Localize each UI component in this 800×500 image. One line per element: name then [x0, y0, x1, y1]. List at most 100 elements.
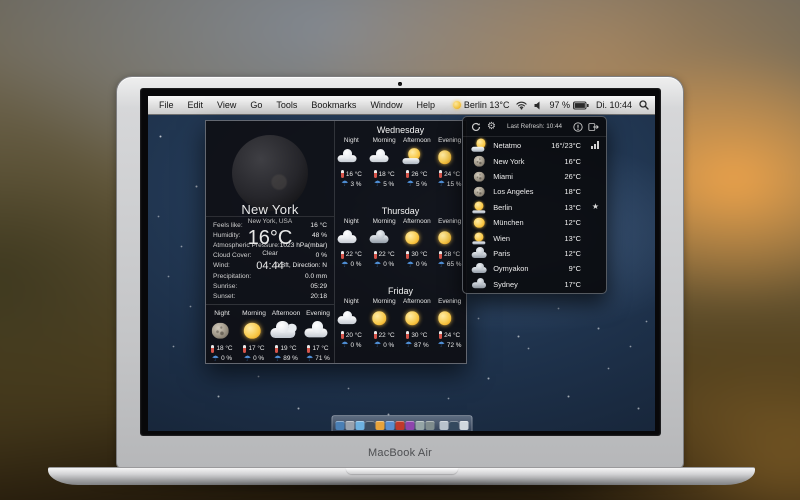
- city-row-netatmo[interactable]: Netatmo 16°/23°C: [463, 138, 606, 153]
- cloud-icon: [368, 148, 391, 166]
- weather-app-window[interactable]: New York New York, USA 16°C Clear 04:44 …: [205, 120, 467, 364]
- dock-app-icon[interactable]: [335, 421, 344, 430]
- sun-icon: [401, 229, 424, 247]
- cloud-icon: [302, 320, 331, 342]
- thermometer-icon: [439, 331, 442, 339]
- dock-app-icon[interactable]: [425, 421, 434, 430]
- thermometer-icon: [341, 170, 344, 178]
- menu-view[interactable]: View: [210, 96, 243, 114]
- current-temperature: 16°C: [206, 227, 334, 250]
- menu-help[interactable]: Help: [409, 96, 442, 114]
- sun-icon: [368, 309, 391, 327]
- sun-icon: [433, 148, 456, 166]
- thermometer-icon: [307, 345, 310, 353]
- city-row-los-angeles[interactable]: Los Angeles 18°C: [463, 184, 606, 199]
- dock: [331, 415, 472, 431]
- webcam-icon: [398, 82, 402, 86]
- rain-cloud-icon: [470, 262, 488, 276]
- dock-app-icon[interactable]: [415, 421, 424, 430]
- menu-file[interactable]: File: [152, 96, 181, 114]
- current-conditions-pane: New York New York, USA 16°C Clear 04:44 …: [206, 121, 334, 363]
- period-temps: 18 °C 17 °C 19 °C 17 °C: [206, 344, 334, 354]
- dock-trash-icon[interactable]: [459, 421, 468, 430]
- clouds-icon: [270, 320, 299, 342]
- forecast-pane: Wednesday NightMorningAfternoonEvening 1…: [334, 121, 466, 363]
- dock-app-icon[interactable]: [385, 421, 394, 430]
- period-icons: [206, 318, 334, 344]
- period-precip: ☂0 % ☂0 % ☂89 % ☂71 %: [206, 354, 334, 364]
- umbrella-icon: ☂: [244, 355, 251, 363]
- period-headers: NightMorningAfternoonEvening: [335, 217, 466, 226]
- battery-icon: [573, 101, 589, 110]
- dock-app-icon[interactable]: [345, 421, 354, 430]
- period-precip: ☂3 % ☂5 % ☂5 % ☂15 %: [335, 179, 466, 189]
- day-title: Friday: [335, 284, 466, 297]
- city-list-popover: ⚙ Last Refresh: 10:44 Netatmo 16°/23°C: [462, 116, 607, 294]
- city-row-berlin[interactable]: Berlin 13°C ★: [463, 200, 606, 215]
- signal-bars-icon: [586, 141, 599, 151]
- umbrella-icon: ☂: [374, 180, 381, 188]
- umbrella-icon: ☂: [438, 261, 445, 269]
- moon-icon: [206, 320, 235, 342]
- weather-status-item[interactable]: Berlin 13°C: [453, 100, 510, 110]
- menu-window[interactable]: Window: [363, 96, 409, 114]
- sun-icon: [433, 309, 456, 327]
- sunrise-icon: [470, 200, 488, 214]
- thermometer-icon: [341, 251, 344, 259]
- dock-app-icon[interactable]: [439, 421, 448, 430]
- umbrella-icon: ☂: [341, 261, 348, 269]
- dock-app-icon[interactable]: [395, 421, 404, 430]
- dock-app-icon[interactable]: [365, 421, 374, 430]
- sun-cloud-icon: [470, 139, 488, 153]
- menu-edit[interactable]: Edit: [181, 96, 211, 114]
- dock-app-icon[interactable]: [449, 421, 458, 430]
- city-row-sydney[interactable]: Sydney 17°C: [463, 277, 606, 292]
- period-precip: ☂0 % ☂0 % ☂0 % ☂65 %: [335, 260, 466, 270]
- umbrella-icon: ☂: [212, 355, 219, 363]
- battery-status-item[interactable]: 97 %: [549, 100, 589, 110]
- forecast-day-friday: Friday NightMorningAfternoonEvening 20 °…: [335, 282, 466, 363]
- dock-app-icon[interactable]: [375, 421, 384, 430]
- thermometer-icon: [406, 170, 409, 178]
- city-list: Netatmo 16°/23°C New York 16°C Miami 26°…: [463, 137, 606, 293]
- rain-cloud-icon: [470, 247, 488, 261]
- thermometer-icon: [374, 251, 377, 259]
- city-row-wien[interactable]: Wien 13°C: [463, 230, 606, 245]
- current-region: New York, USA: [206, 218, 334, 225]
- spotlight-search-icon[interactable]: [639, 100, 649, 110]
- detail-row: Sunrise:05:29: [206, 281, 334, 291]
- wifi-icon[interactable]: [516, 100, 527, 110]
- refresh-button[interactable]: [470, 121, 481, 132]
- volume-icon[interactable]: [534, 101, 542, 110]
- dock-app-icon[interactable]: [355, 421, 364, 430]
- clock-label[interactable]: Di. 10:44: [596, 100, 632, 110]
- current-header: New York New York, USA 16°C Clear 04:44: [206, 121, 334, 216]
- city-row-muenchen[interactable]: München 12°C: [463, 215, 606, 230]
- macbook-model-label: MacBook Air: [117, 447, 683, 459]
- lid-notch: [346, 468, 458, 474]
- menu-bookmarks[interactable]: Bookmarks: [304, 96, 363, 114]
- cloud-icon: [335, 148, 358, 166]
- umbrella-icon: ☂: [374, 261, 381, 269]
- menu-go[interactable]: Go: [243, 96, 269, 114]
- city-row-oymyakon[interactable]: Oymyakon 9°C: [463, 261, 606, 276]
- period-temps: 22 °C 22 °C 30 °C 28 °C: [335, 250, 466, 260]
- period-temps: 16 °C 18 °C 26 °C 24 °C: [335, 169, 466, 179]
- menu-bar-status-area: Berlin 13°C 97 % Di. 10:44: [453, 100, 651, 110]
- city-row-miami[interactable]: Miami 26°C: [463, 169, 606, 184]
- city-row-paris[interactable]: Paris 12°C: [463, 246, 606, 261]
- menu-tools[interactable]: Tools: [269, 96, 304, 114]
- current-city: New York: [206, 202, 334, 217]
- cloud-icon: [335, 309, 358, 327]
- umbrella-icon: ☂: [407, 261, 414, 269]
- period-precip: ☂0 % ☂0 % ☂87 % ☂72 %: [335, 340, 466, 350]
- quit-button[interactable]: [588, 121, 599, 132]
- moon-icon: [470, 185, 488, 199]
- settings-gear-button[interactable]: ⚙: [486, 121, 497, 132]
- dock-app-icon[interactable]: [405, 421, 414, 430]
- thermometer-icon: [341, 331, 344, 339]
- thermometer-icon: [374, 331, 377, 339]
- info-button[interactable]: [572, 121, 583, 132]
- city-row-new-york[interactable]: New York 16°C: [463, 153, 606, 168]
- macbook-screen: File Edit View Go Tools Bookmarks Window…: [148, 96, 655, 431]
